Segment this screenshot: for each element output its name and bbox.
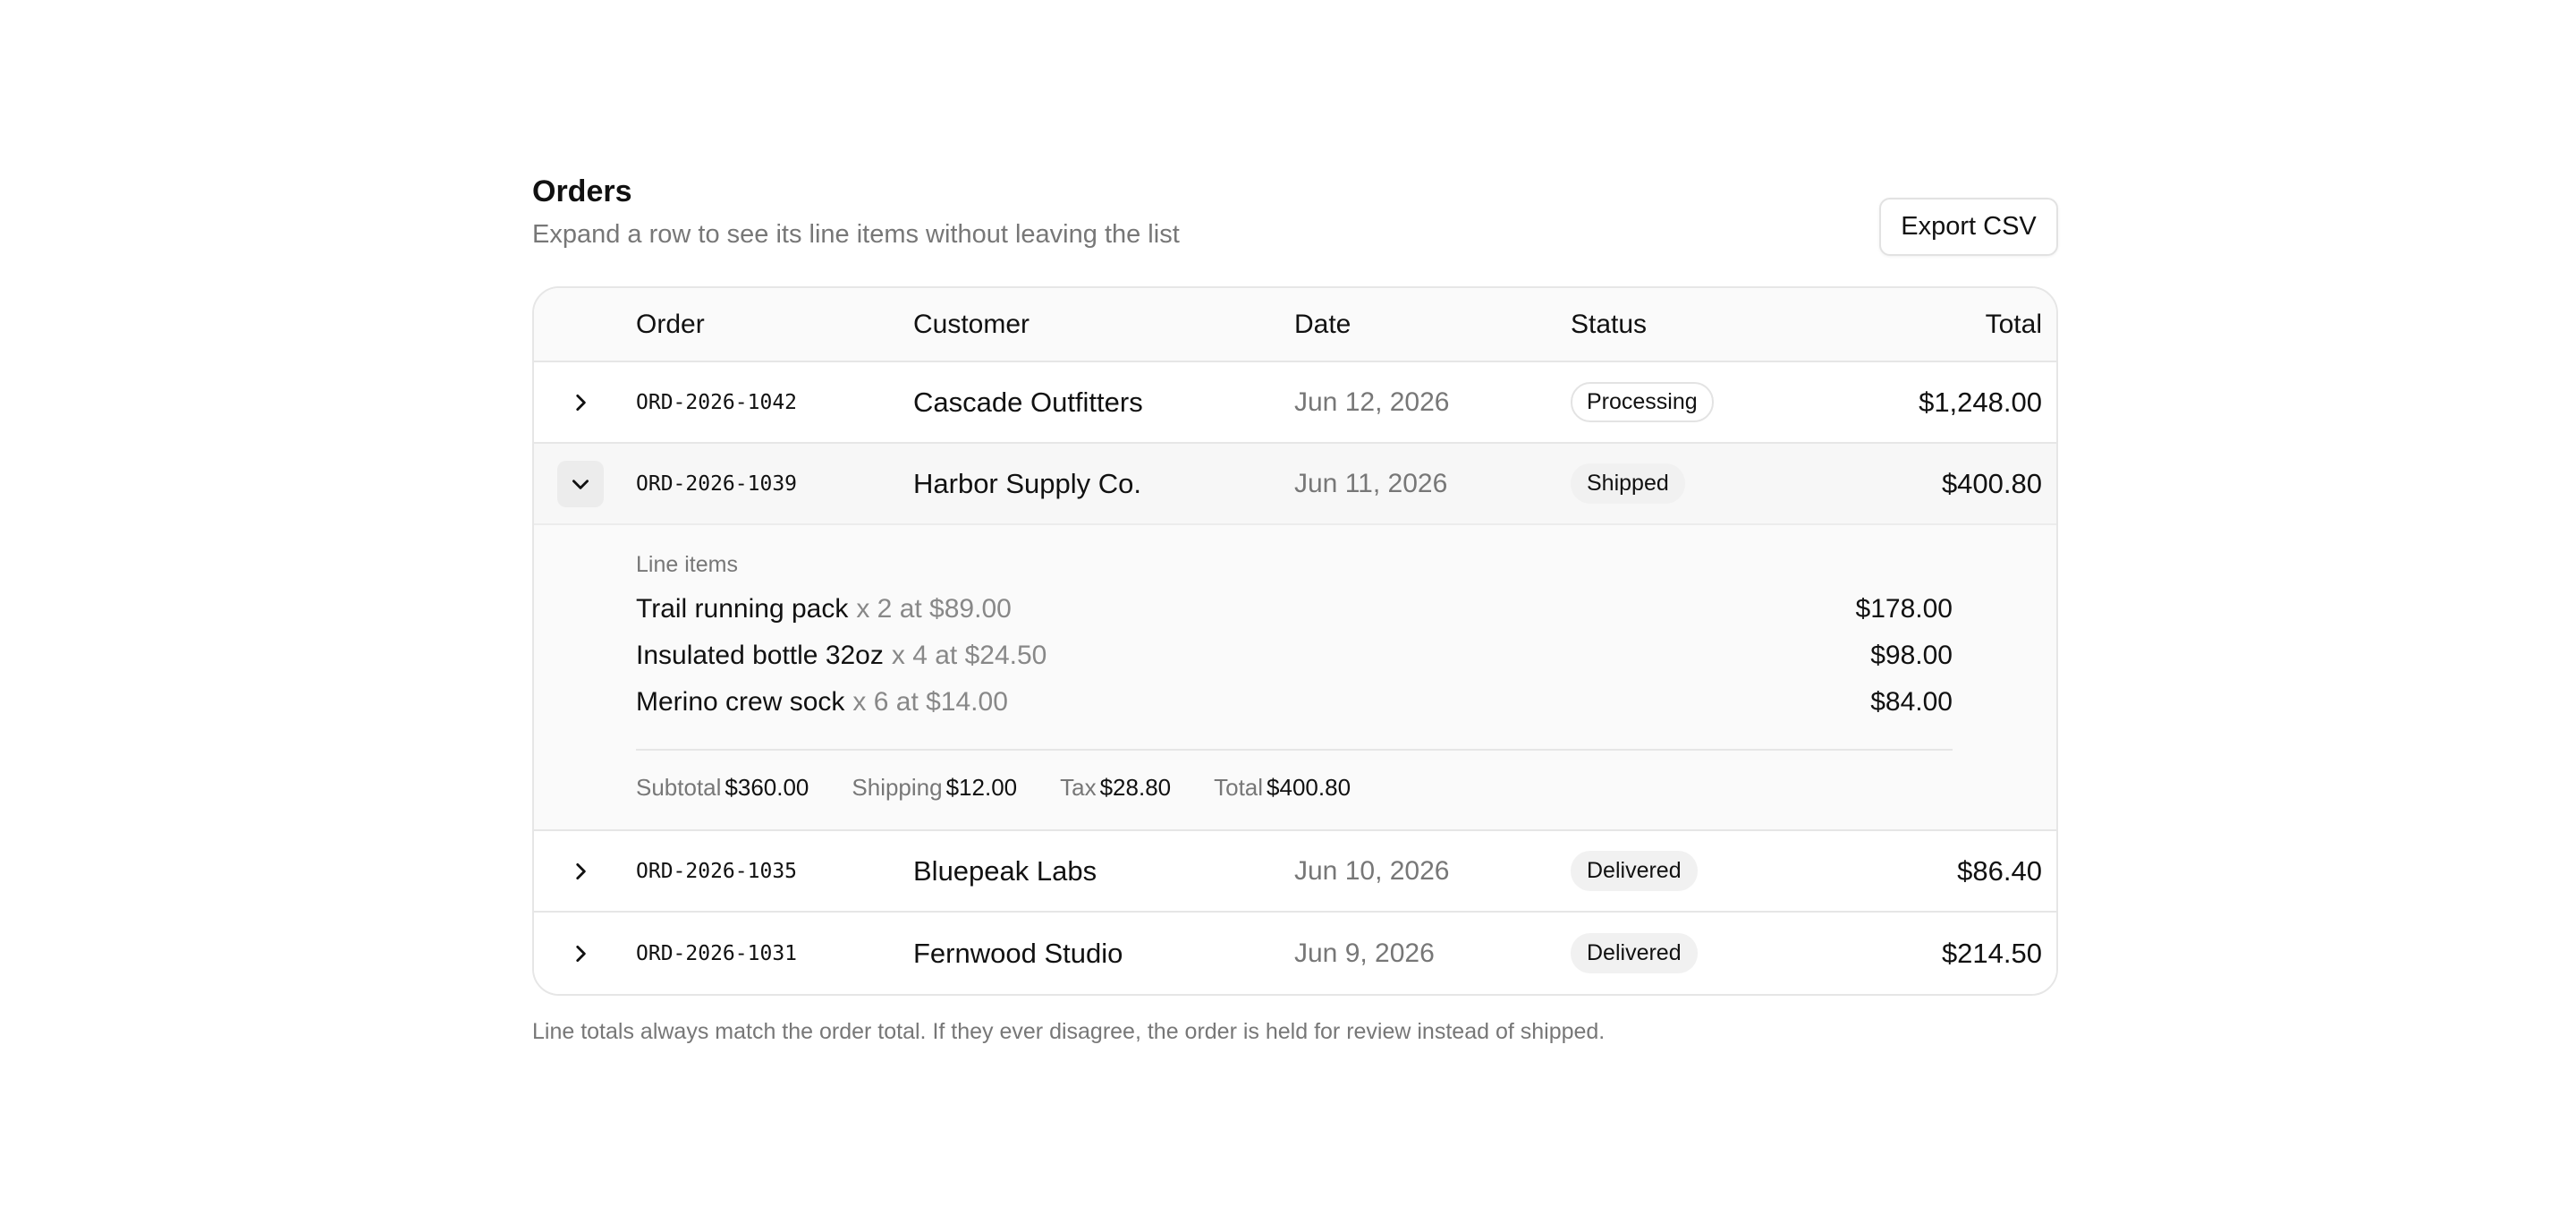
column-header-status[interactable]: Status — [1571, 288, 1647, 361]
summary-subtotal: Subtotal $360.00 — [636, 774, 809, 802]
summary-label: Shipping — [852, 773, 943, 801]
page-subtitle: Expand a row to see its line items witho… — [532, 220, 1180, 249]
line-item-amount: $98.00 — [1870, 641, 1953, 670]
status-badge: Delivered — [1571, 851, 1698, 891]
panel-header: Orders Expand a row to see its line item… — [532, 174, 2058, 286]
status-badge: Shipped — [1571, 463, 1685, 504]
order-date: Jun 10, 2026 — [1294, 855, 1450, 886]
expand-toggle[interactable] — [557, 848, 604, 895]
chevron-right-icon — [576, 945, 586, 962]
order-id: ORD-2026-1039 — [636, 471, 798, 496]
column-header-total[interactable]: Total — [1986, 288, 2042, 361]
summary-label: Subtotal — [636, 773, 722, 801]
table-row[interactable]: ORD-2026-1035 Bluepeak Labs Jun 10, 2026… — [534, 831, 2056, 913]
line-item: Insulated bottle 32oz x 4 at $24.50 $98.… — [636, 633, 1953, 679]
summary-shipping: Shipping $12.00 — [852, 774, 1017, 802]
column-header-date[interactable]: Date — [1294, 288, 1351, 361]
table-header: Order Customer Date Status Total — [534, 288, 2056, 362]
expand-toggle[interactable] — [557, 460, 604, 507]
footnote: Line totals always match the order total… — [532, 1019, 1606, 1044]
column-header-order[interactable]: Order — [636, 288, 705, 361]
line-items-heading: Line items — [636, 552, 738, 577]
status-badge: Delivered — [1571, 933, 1698, 973]
summary-value: $28.80 — [1099, 773, 1172, 801]
status-badge: Processing — [1571, 382, 1714, 422]
summary-value: $12.00 — [945, 773, 1018, 801]
customer-name: Harbor Supply Co. — [913, 467, 1142, 499]
order-total: $1,248.00 — [1919, 386, 2042, 418]
summary-value: $360.00 — [724, 773, 809, 801]
order-date: Jun 9, 2026 — [1294, 938, 1435, 968]
order-date: Jun 12, 2026 — [1294, 386, 1450, 417]
line-item-name: Trail running pack — [636, 594, 849, 624]
table-row[interactable]: ORD-2026-1039 Harbor Supply Co. Jun 11, … — [534, 444, 2056, 525]
chevron-right-icon — [576, 862, 586, 879]
table-row[interactable]: ORD-2026-1031 Fernwood Studio Jun 9, 202… — [534, 913, 2056, 994]
customer-name: Fernwood Studio — [913, 937, 1123, 969]
order-id: ORD-2026-1042 — [636, 390, 798, 414]
expand-toggle[interactable] — [557, 379, 604, 426]
summary-total: Total $400.80 — [1214, 774, 1351, 802]
line-item-name: Merino crew sock — [636, 687, 845, 717]
line-item-amount: $178.00 — [1855, 594, 1953, 624]
line-item-qty: x 6 at $14.00 — [852, 687, 1008, 717]
line-item-name: Insulated bottle 32oz — [636, 641, 884, 670]
line-item-qty: x 4 at $24.50 — [891, 641, 1047, 670]
orders-table: Order Customer Date Status Total ORD-202… — [532, 286, 2058, 996]
customer-name: Cascade Outfitters — [913, 386, 1143, 418]
order-date: Jun 11, 2026 — [1294, 468, 1448, 498]
summary-label: Total — [1214, 773, 1264, 801]
line-item-amount: $84.00 — [1870, 687, 1953, 717]
order-id: ORD-2026-1031 — [636, 941, 798, 965]
order-summary: Subtotal $360.00 Shipping $12.00 Tax $28.80… — [636, 751, 1953, 824]
order-total: $400.80 — [1941, 467, 2042, 499]
chevron-right-icon — [576, 394, 586, 411]
expand-toggle[interactable] — [557, 930, 604, 977]
line-item-qty: x 2 at $89.00 — [856, 594, 1012, 624]
column-header-customer[interactable]: Customer — [913, 288, 1030, 361]
page-title: Orders — [532, 174, 632, 208]
summary-value: $400.80 — [1267, 773, 1352, 801]
customer-name: Bluepeak Labs — [913, 854, 1097, 887]
summary-label: Tax — [1060, 773, 1097, 801]
line-item: Merino crew sock x 6 at $14.00 $84.00 — [636, 679, 1953, 726]
order-total: $214.50 — [1941, 937, 2042, 969]
order-id: ORD-2026-1035 — [636, 859, 798, 883]
chevron-down-icon — [572, 479, 589, 489]
order-total: $86.40 — [1957, 854, 2042, 887]
line-item: Trail running pack x 2 at $89.00 $178.00 — [636, 586, 1953, 633]
table-row[interactable]: ORD-2026-1042 Cascade Outfitters Jun 12,… — [534, 362, 2056, 444]
export-csv-button[interactable]: Export CSV — [1879, 198, 2058, 256]
summary-tax: Tax $28.80 — [1060, 774, 1171, 802]
orders-panel: Orders Expand a row to see its line item… — [532, 174, 2058, 1045]
line-items-panel: Line items Trail running pack x 2 at $89… — [534, 525, 2056, 831]
